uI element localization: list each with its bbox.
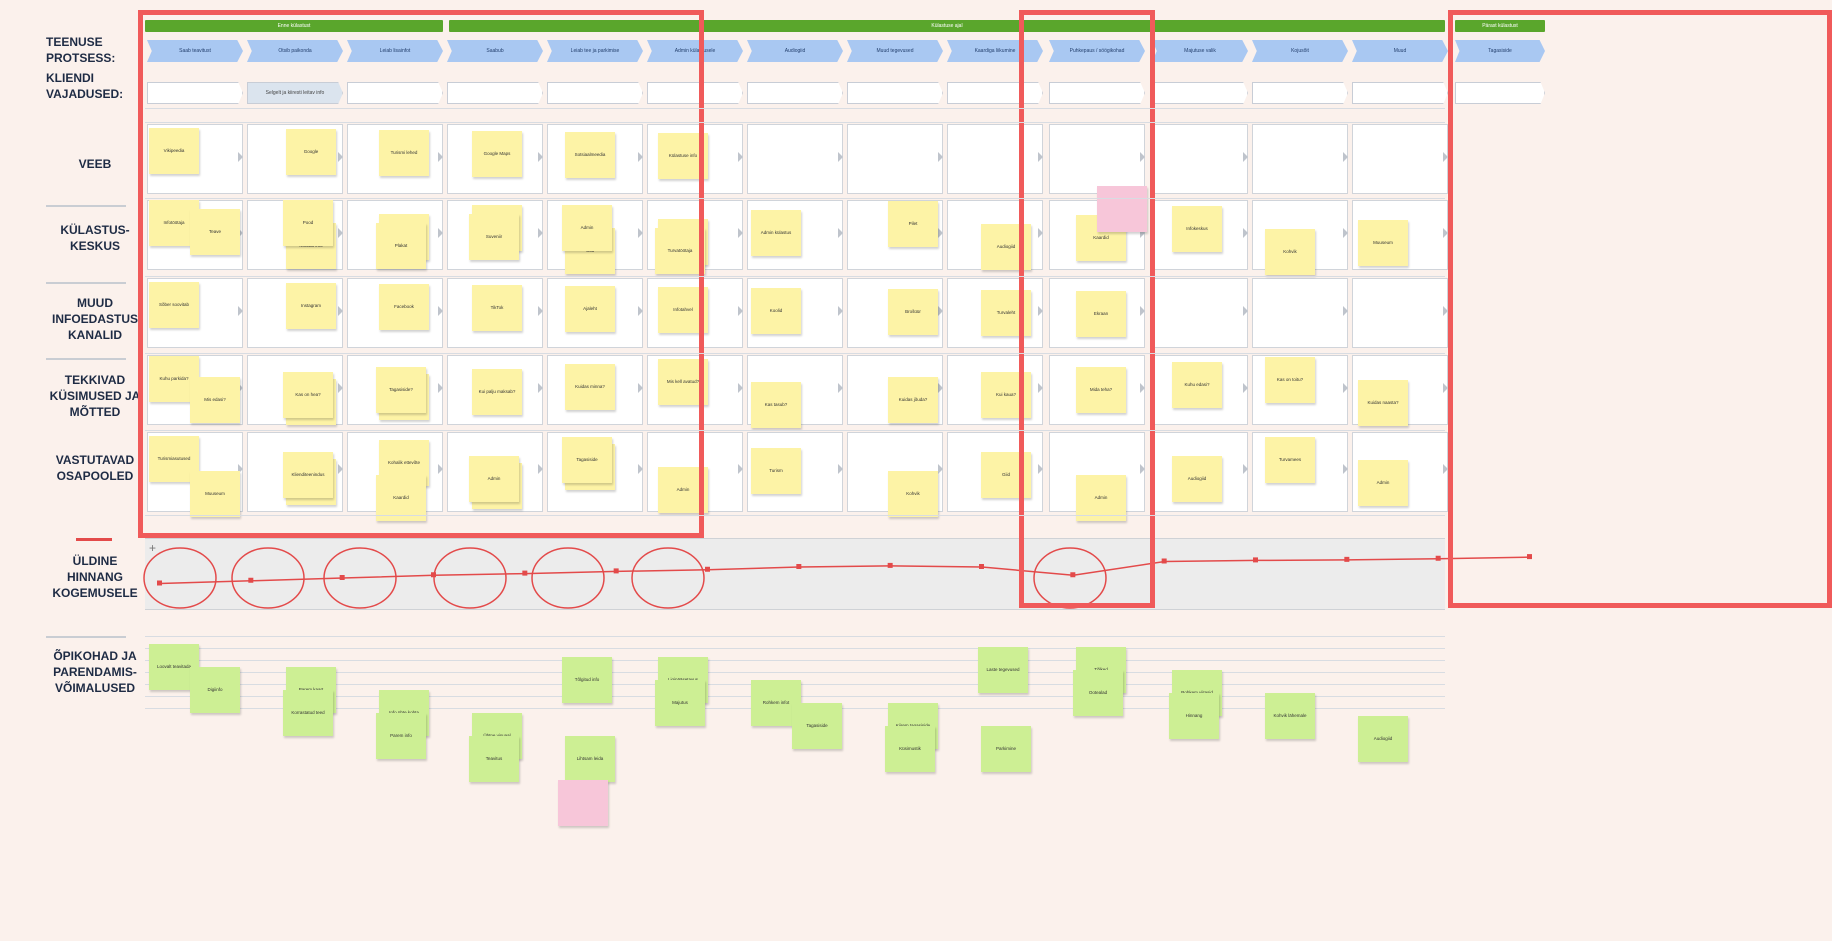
experience-point: [887, 562, 893, 568]
experience-point: [1344, 556, 1350, 562]
circle-annotation: [231, 547, 305, 609]
row-line: [145, 108, 1445, 109]
experience-curve: [143, 547, 1532, 609]
experience-line: [159, 556, 1531, 585]
row-line: [145, 430, 1445, 431]
experience-point: [1070, 572, 1076, 578]
experience-point: [1527, 554, 1532, 560]
experience-point: [796, 564, 802, 569]
experience-point: [1161, 558, 1167, 564]
experience-point: [157, 580, 162, 586]
experience-point: [1253, 557, 1258, 563]
experience-point: [1435, 555, 1441, 561]
experience-point: [522, 570, 528, 576]
circle-annotation: [531, 547, 605, 609]
row-line: [145, 122, 1445, 123]
row-line: [145, 276, 1445, 277]
circle-annotation: [143, 547, 217, 609]
experience-point: [339, 575, 345, 580]
experience-point: [613, 568, 619, 574]
circle-annotation: [433, 547, 507, 609]
experience-point: [248, 577, 254, 583]
row-line: [145, 353, 1445, 354]
circle-annotation: [1033, 547, 1107, 609]
row-line: [145, 515, 1445, 516]
experience-point: [979, 564, 984, 569]
experience-point: [705, 566, 710, 572]
journey-map-board: Enne külastust Külastuse ajal Pärast kül…: [0, 0, 1832, 941]
circle-annotation: [631, 547, 705, 609]
row-line: [145, 198, 1445, 199]
